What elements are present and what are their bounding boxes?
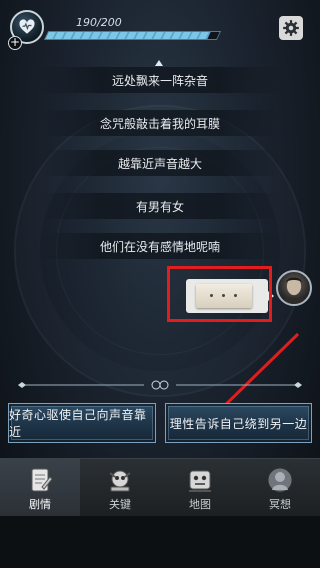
nav-item-map[interactable]: 地图 <box>160 459 240 517</box>
plus-icon[interactable]: + <box>8 36 22 50</box>
meditate-icon <box>267 467 293 493</box>
nav-item-meditate[interactable]: 冥想 <box>240 459 320 517</box>
hp-bar-fill <box>45 32 212 39</box>
avatar-portrait <box>281 277 307 304</box>
heart-glyph <box>19 19 35 34</box>
nav-label: 冥想 <box>269 498 291 511</box>
gear-icon[interactable] <box>279 16 303 40</box>
hp-value: 190/200 <box>76 16 122 29</box>
nav-label: 关键 <box>109 498 131 511</box>
nav-item-key[interactable]: 关键 <box>80 459 160 517</box>
story-line: 他们在没有感情地呢喃 <box>40 233 280 259</box>
gear-glyph <box>283 20 299 36</box>
bottom-nav: 剧情 关键 地图 冥想 <box>0 458 320 517</box>
map-icon <box>189 470 211 492</box>
bottom-bar-area <box>0 516 320 568</box>
choice-go-around[interactable]: 理性告诉自己绕到另一边 <box>165 403 312 443</box>
story-icon <box>31 468 53 492</box>
hp-bar <box>43 31 222 40</box>
nav-item-story[interactable]: 剧情 <box>0 459 80 517</box>
story-line: 远处飘来一阵杂音 <box>40 67 280 93</box>
nav-label: 剧情 <box>29 498 51 511</box>
choice-approach-sound[interactable]: 好奇心驱使自己向声音靠近 <box>8 403 156 443</box>
scroll-up-caret-icon[interactable] <box>155 60 163 66</box>
avatar-icon[interactable] <box>276 270 312 306</box>
key-icon <box>109 470 131 492</box>
story-line: 念咒般敲击着我的耳膜 <box>40 110 280 136</box>
game-screen: + 190/200 远处飘来一阵杂音 念咒般敲击着我的耳膜 越靠近声音越大 有男… <box>0 0 320 568</box>
story-line: 越靠近声音越大 <box>40 150 280 176</box>
annotation-highlight-box <box>167 266 272 322</box>
ornament-divider <box>18 380 302 390</box>
nav-label: 地图 <box>189 498 211 511</box>
story-line: 有男有女 <box>40 193 280 219</box>
